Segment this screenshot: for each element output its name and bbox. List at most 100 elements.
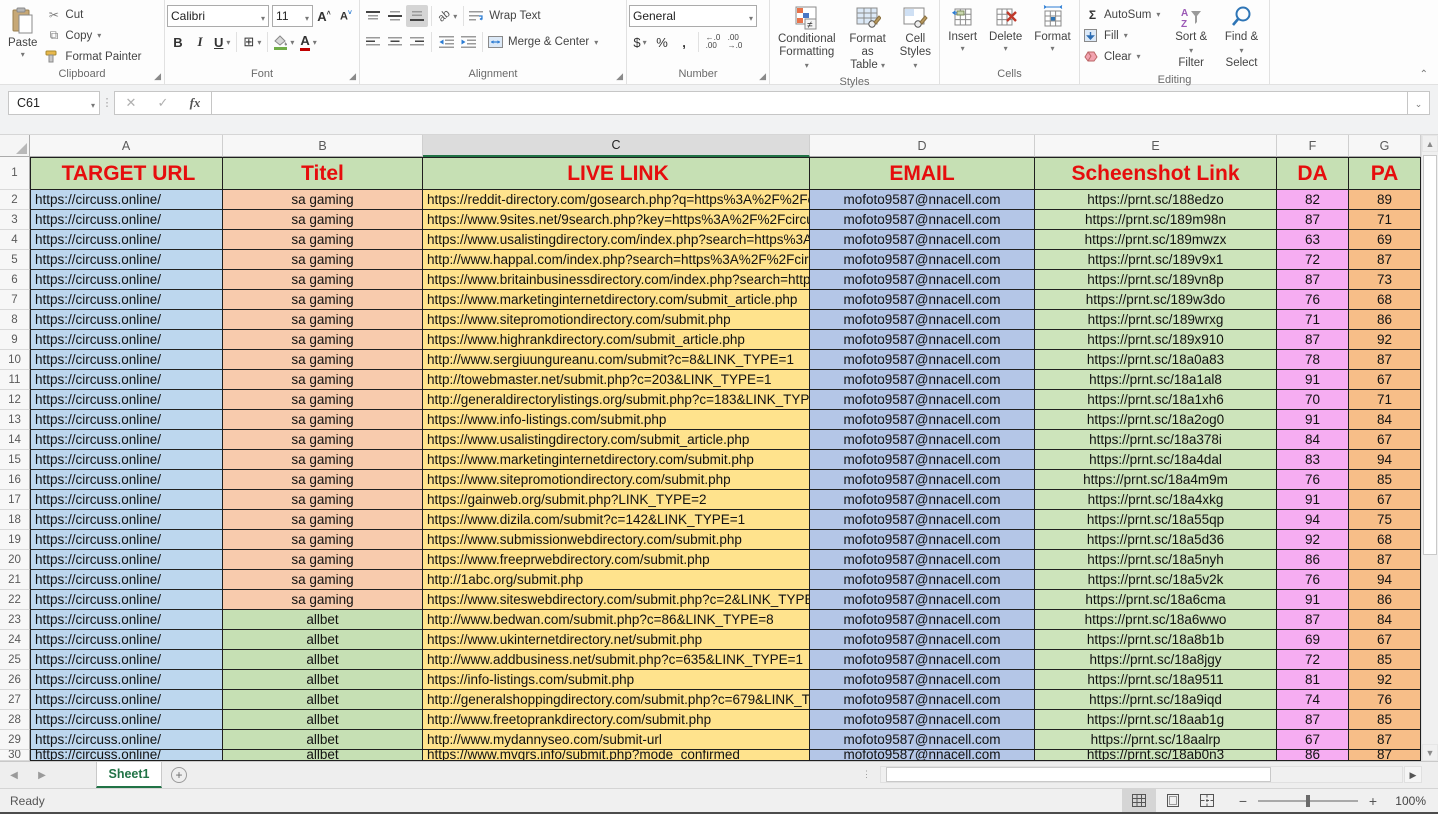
column-header-B[interactable]: B <box>223 135 423 157</box>
grid-cell-F26[interactable]: 81 <box>1277 670 1349 690</box>
formula-input[interactable] <box>211 91 1408 115</box>
grid-cell-D17[interactable]: mofoto9587@nnacell.com <box>810 490 1035 510</box>
grid-cell-A18[interactable]: https://circuss.online/ <box>30 510 223 530</box>
grid-cell-E10[interactable]: https://prnt.sc/18a0a83 <box>1035 350 1277 370</box>
grid-cell-G3[interactable]: 71 <box>1349 210 1421 230</box>
zoom-in-icon[interactable]: + <box>1362 793 1384 809</box>
grid-cell-G2[interactable]: 89 <box>1349 190 1421 210</box>
grid-cell-D28[interactable]: mofoto9587@nnacell.com <box>810 710 1035 730</box>
grid-cell-A2[interactable]: https://circuss.online/ <box>30 190 223 210</box>
grid-cell-A9[interactable]: https://circuss.online/ <box>30 330 223 350</box>
column-header-C[interactable]: C <box>423 135 810 157</box>
font-color-button[interactable]: A▾ <box>297 31 319 53</box>
fill-color-button[interactable]: ▾ <box>271 31 297 53</box>
grid-cell-B20[interactable]: sa gaming <box>223 550 423 570</box>
row-header-10[interactable]: 10 <box>0 350 30 370</box>
grid-cell-D21[interactable]: mofoto9587@nnacell.com <box>810 570 1035 590</box>
grid-cell-A28[interactable]: https://circuss.online/ <box>30 710 223 730</box>
grid-cell-E11[interactable]: https://prnt.sc/18a1al8 <box>1035 370 1277 390</box>
grid-cell-G19[interactable]: 68 <box>1349 530 1421 550</box>
confirm-entry-icon[interactable]: ✓ <box>147 95 179 111</box>
grid-cell-E30[interactable]: https://prnt.sc/18ab0n3 <box>1035 750 1277 761</box>
row-header-9[interactable]: 9 <box>0 330 30 350</box>
grid-cell-E12[interactable]: https://prnt.sc/18a1xh6 <box>1035 390 1277 410</box>
grid-cell-F24[interactable]: 69 <box>1277 630 1349 650</box>
grid-cell-A5[interactable]: https://circuss.online/ <box>30 250 223 270</box>
grid-cell-G28[interactable]: 85 <box>1349 710 1421 730</box>
grid-cell-G20[interactable]: 87 <box>1349 550 1421 570</box>
grid-cell-G22[interactable]: 86 <box>1349 590 1421 610</box>
scroll-up-icon[interactable]: ▲ <box>1422 135 1438 152</box>
italic-button[interactable]: I <box>189 31 211 53</box>
grid-cell-G11[interactable]: 67 <box>1349 370 1421 390</box>
grid-cell-F22[interactable]: 91 <box>1277 590 1349 610</box>
grid-cell-D13[interactable]: mofoto9587@nnacell.com <box>810 410 1035 430</box>
grid-cell-A1[interactable]: TARGET URL <box>30 157 223 190</box>
grid-cell-B9[interactable]: sa gaming <box>223 330 423 350</box>
grid-cell-G7[interactable]: 68 <box>1349 290 1421 310</box>
grid-cell-A17[interactable]: https://circuss.online/ <box>30 490 223 510</box>
grid-cell-G4[interactable]: 69 <box>1349 230 1421 250</box>
clear-dropdown-arrow[interactable]: ▾ <box>1136 53 1140 61</box>
grid-cell-B4[interactable]: sa gaming <box>223 230 423 250</box>
grid-cell-E25[interactable]: https://prnt.sc/18a8jgy <box>1035 650 1277 670</box>
grid-cell-E15[interactable]: https://prnt.sc/18a4dal <box>1035 450 1277 470</box>
autosum-button[interactable]: Σ AutoSum ▾ <box>1082 4 1162 25</box>
grid-cell-F21[interactable]: 76 <box>1277 570 1349 590</box>
grid-cell-F17[interactable]: 91 <box>1277 490 1349 510</box>
cancel-entry-icon[interactable]: ✕ <box>115 95 147 111</box>
column-header-D[interactable]: D <box>810 135 1035 157</box>
insert-function-icon[interactable]: fx <box>179 95 211 111</box>
grid-cell-B27[interactable]: allbet <box>223 690 423 710</box>
grid-cell-G17[interactable]: 67 <box>1349 490 1421 510</box>
grid-cell-A21[interactable]: https://circuss.online/ <box>30 570 223 590</box>
row-header-3[interactable]: 3 <box>0 210 30 230</box>
number-format-select[interactable]: General▾ <box>629 5 757 27</box>
row-header-11[interactable]: 11 <box>0 370 30 390</box>
decrease-decimal-button[interactable]: .00→.0 <box>724 31 746 53</box>
column-header-F[interactable]: F <box>1277 135 1349 157</box>
paste-dropdown-arrow[interactable]: ▾ <box>21 51 25 59</box>
previous-sheet-icon[interactable]: ◀ <box>0 762 28 788</box>
grid-cell-F9[interactable]: 87 <box>1277 330 1349 350</box>
grid-cell-E29[interactable]: https://prnt.sc/18aalrp <box>1035 730 1277 750</box>
grid-cell-F7[interactable]: 76 <box>1277 290 1349 310</box>
grid-cell-C4[interactable]: https://www.usalistingdirectory.com/inde… <box>423 230 810 250</box>
normal-view-button[interactable] <box>1122 789 1156 813</box>
row-header-12[interactable]: 12 <box>0 390 30 410</box>
grid-cell-E28[interactable]: https://prnt.sc/18aab1g <box>1035 710 1277 730</box>
grid-cell-B7[interactable]: sa gaming <box>223 290 423 310</box>
vertical-scrollbar[interactable]: ▲ ▼ <box>1421 135 1438 761</box>
row-header-19[interactable]: 19 <box>0 530 30 550</box>
grid-cell-B15[interactable]: sa gaming <box>223 450 423 470</box>
grid-cell-B10[interactable]: sa gaming <box>223 350 423 370</box>
grid-cell-B29[interactable]: allbet <box>223 730 423 750</box>
grid-cell-G9[interactable]: 92 <box>1349 330 1421 350</box>
row-header-26[interactable]: 26 <box>0 670 30 690</box>
increase-font-size-button[interactable]: A˄ <box>313 5 335 27</box>
grid-cell-D23[interactable]: mofoto9587@nnacell.com <box>810 610 1035 630</box>
grid-cell-G14[interactable]: 67 <box>1349 430 1421 450</box>
grid-cell-F16[interactable]: 76 <box>1277 470 1349 490</box>
grid-cell-A22[interactable]: https://circuss.online/ <box>30 590 223 610</box>
grid-cell-F18[interactable]: 94 <box>1277 510 1349 530</box>
grid-cell-D25[interactable]: mofoto9587@nnacell.com <box>810 650 1035 670</box>
grid-cell-E26[interactable]: https://prnt.sc/18a9511 <box>1035 670 1277 690</box>
collapse-ribbon-icon[interactable]: ⌃ <box>1420 69 1428 80</box>
middle-align-button[interactable] <box>384 5 406 27</box>
grid-cell-B8[interactable]: sa gaming <box>223 310 423 330</box>
column-header-A[interactable]: A <box>30 135 223 157</box>
row-header-22[interactable]: 22 <box>0 590 30 610</box>
grid-cell-C25[interactable]: http://www.addbusiness.net/submit.php?c=… <box>423 650 810 670</box>
format-cells-button[interactable]: Format ▾ <box>1028 2 1076 56</box>
grid-cell-G30[interactable]: 87 <box>1349 750 1421 761</box>
grid-cell-D22[interactable]: mofoto9587@nnacell.com <box>810 590 1035 610</box>
grid-cell-A27[interactable]: https://circuss.online/ <box>30 690 223 710</box>
grid-cell-C23[interactable]: http://www.bedwan.com/submit.php?c=86&LI… <box>423 610 810 630</box>
grid-cell-C14[interactable]: https://www.usalistingdirectory.com/subm… <box>423 430 810 450</box>
paste-button[interactable]: Paste ▾ <box>2 4 43 62</box>
grid-cell-D30[interactable]: mofoto9587@nnacell.com <box>810 750 1035 761</box>
grid-cell-E24[interactable]: https://prnt.sc/18a8b1b <box>1035 630 1277 650</box>
clear-button[interactable]: Clear ▾ <box>1082 46 1162 67</box>
column-header-E[interactable]: E <box>1035 135 1277 157</box>
